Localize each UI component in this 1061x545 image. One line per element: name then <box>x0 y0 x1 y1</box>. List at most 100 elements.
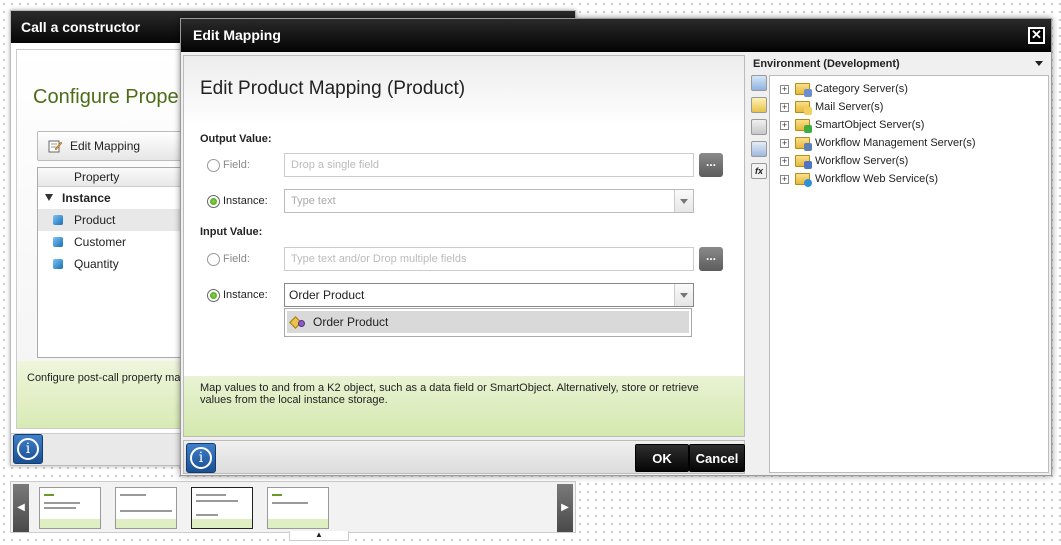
mapping-pane: Edit Product Mapping (Product) Output Va… <box>183 55 745 437</box>
tree-node-label: Workflow Web Service(s) <box>815 173 939 185</box>
tree-node-smartobject-servers[interactable]: + SmartObject Server(s) <box>770 116 1048 134</box>
folder-icon <box>795 173 812 187</box>
tree-node-workflow-management-servers[interactable]: + Workflow Management Server(s) <box>770 134 1048 152</box>
property-icon <box>53 259 63 269</box>
wizard-page-thumbnail-current[interactable] <box>191 487 253 529</box>
tree-node-workflow-servers[interactable]: + Workflow Server(s) <box>770 152 1048 170</box>
expand-icon[interactable]: + <box>780 102 789 112</box>
tree-node-mail-servers[interactable]: + Mail Server(s) <box>770 98 1048 116</box>
tree-group-label: Instance <box>62 191 111 205</box>
tree-group-instance[interactable]: Instance <box>38 187 196 209</box>
wizard-page-strip: ◀ ▶ <box>10 481 576 533</box>
tree-node-label: SmartObject Server(s) <box>815 119 925 131</box>
edit-mapping-button[interactable]: Edit Mapping <box>37 131 197 161</box>
edit-mapping-label: Edit Mapping <box>70 139 141 153</box>
tree-item-label: Quantity <box>74 257 119 271</box>
expand-icon[interactable]: + <box>780 84 789 94</box>
radio-label: Instance: <box>223 195 268 207</box>
ok-button[interactable]: OK <box>635 444 689 472</box>
strip-prev-arrow-icon[interactable]: ◀ <box>13 484 29 532</box>
help-text-line: values from the local instance storage. <box>200 394 388 406</box>
tree-item-quantity[interactable]: Quantity <box>38 253 196 275</box>
folder-icon <box>795 155 812 169</box>
tree-item-product[interactable]: Product <box>38 209 196 231</box>
tree-node-workflow-web-services[interactable]: + Workflow Web Service(s) <box>770 170 1048 188</box>
input-field-browse-button[interactable]: ... <box>699 247 723 271</box>
close-icon[interactable]: ✕ <box>1028 27 1045 44</box>
chevron-down-icon[interactable] <box>1035 61 1043 66</box>
environment-icon[interactable] <box>751 75 767 91</box>
environment-selector[interactable]: Environment (Development) <box>749 55 1049 73</box>
info-icon: i <box>17 438 39 460</box>
output-field-input[interactable]: Drop a single field <box>284 153 694 177</box>
tree-item-customer[interactable]: Customer <box>38 231 196 253</box>
radio-label: Field: <box>223 253 250 265</box>
dropdown-option-label: Order Product <box>313 315 389 329</box>
output-instance-radio[interactable]: Instance: <box>207 190 268 212</box>
property-icon <box>53 237 63 247</box>
strip-next-arrow-icon[interactable]: ▶ <box>557 484 573 532</box>
mapping-help-footer: Map values to and from a K2 object, such… <box>184 376 744 436</box>
tree-item-label: Product <box>74 213 116 227</box>
expand-icon[interactable]: + <box>780 138 789 148</box>
radio-button-selected[interactable] <box>207 194 220 208</box>
collapse-icon[interactable] <box>45 194 53 201</box>
folder-icon <box>795 119 812 133</box>
tree-node-label: Category Server(s) <box>815 83 908 95</box>
wizard-page-thumbnail[interactable] <box>39 487 101 529</box>
radio-button[interactable] <box>207 252 220 266</box>
input-instance-radio[interactable]: Instance: <box>207 284 268 306</box>
environment-label: Environment (Development) <box>753 58 900 70</box>
radio-button-selected[interactable] <box>207 288 220 302</box>
tree-node-label: Workflow Management Server(s) <box>815 137 976 149</box>
output-instance-combobox[interactable]: Type text <box>284 189 694 213</box>
info-icon: i <box>190 447 212 469</box>
expand-icon[interactable]: + <box>780 120 789 130</box>
chevron-down-icon[interactable] <box>674 284 693 306</box>
combobox-value: Order Product <box>289 288 365 302</box>
fields-icon[interactable] <box>751 97 767 113</box>
environment-tree: + Category Server(s) + Mail Server(s) + … <box>769 75 1049 473</box>
output-field-radio[interactable]: Field: <box>207 154 250 176</box>
edit-mapping-dialog: Edit Mapping ✕ Edit Product Mapping (Pro… <box>180 18 1052 476</box>
expand-icon[interactable]: + <box>780 156 789 166</box>
radio-button[interactable] <box>207 158 220 172</box>
property-icon <box>53 215 63 225</box>
input-field-input[interactable]: Type text and/or Drop multiple fields <box>284 247 694 271</box>
form-icon[interactable] <box>751 141 767 157</box>
context-browser-toolbar: fx <box>751 75 769 185</box>
edit-icon <box>48 140 62 153</box>
input-field-radio[interactable]: Field: <box>207 248 250 270</box>
tree-node-label: Workflow Server(s) <box>815 155 909 167</box>
mapping-heading: Edit Product Mapping (Product) <box>200 78 466 99</box>
input-value-label: Input Value: <box>200 226 263 238</box>
output-value-label: Output Value: <box>200 133 272 145</box>
combobox-placeholder: Type text <box>291 195 336 207</box>
info-button[interactable]: i <box>13 434 43 464</box>
chevron-down-icon[interactable] <box>674 190 693 212</box>
input-instance-combobox[interactable]: Order Product <box>284 283 694 307</box>
dropdown-option-order-product[interactable]: Order Product <box>287 311 689 333</box>
cancel-button[interactable]: Cancel <box>689 444 745 472</box>
tree-item-label: Customer <box>74 235 127 249</box>
output-field-browse-button[interactable]: ... <box>699 153 723 177</box>
function-icon[interactable]: fx <box>751 163 767 179</box>
radio-label: Field: <box>223 159 250 171</box>
tree-node-category-servers[interactable]: + Category Server(s) <box>770 80 1048 98</box>
property-tree: Property Instance Product Customer Quant… <box>37 167 197 358</box>
radio-label: Instance: <box>223 289 268 301</box>
help-text-line: Map values to and from a K2 object, such… <box>200 382 699 394</box>
context-icon[interactable] <box>751 119 767 135</box>
instance-icon <box>289 315 307 329</box>
info-button[interactable]: i <box>186 443 216 473</box>
property-column-header[interactable]: Property <box>38 168 196 187</box>
folder-icon <box>795 137 812 151</box>
dialog-button-bar: i OK Cancel <box>183 440 745 474</box>
wizard-page-thumbnail[interactable] <box>115 487 177 529</box>
background-heading: Configure Prope <box>33 86 179 108</box>
wizard-page-thumbnail[interactable] <box>267 487 329 529</box>
dialog-title: Edit Mapping <box>181 19 1051 52</box>
expand-icon[interactable]: + <box>780 174 789 184</box>
folder-icon <box>795 83 812 97</box>
strip-toggle-icon[interactable]: ▲ <box>289 531 349 541</box>
